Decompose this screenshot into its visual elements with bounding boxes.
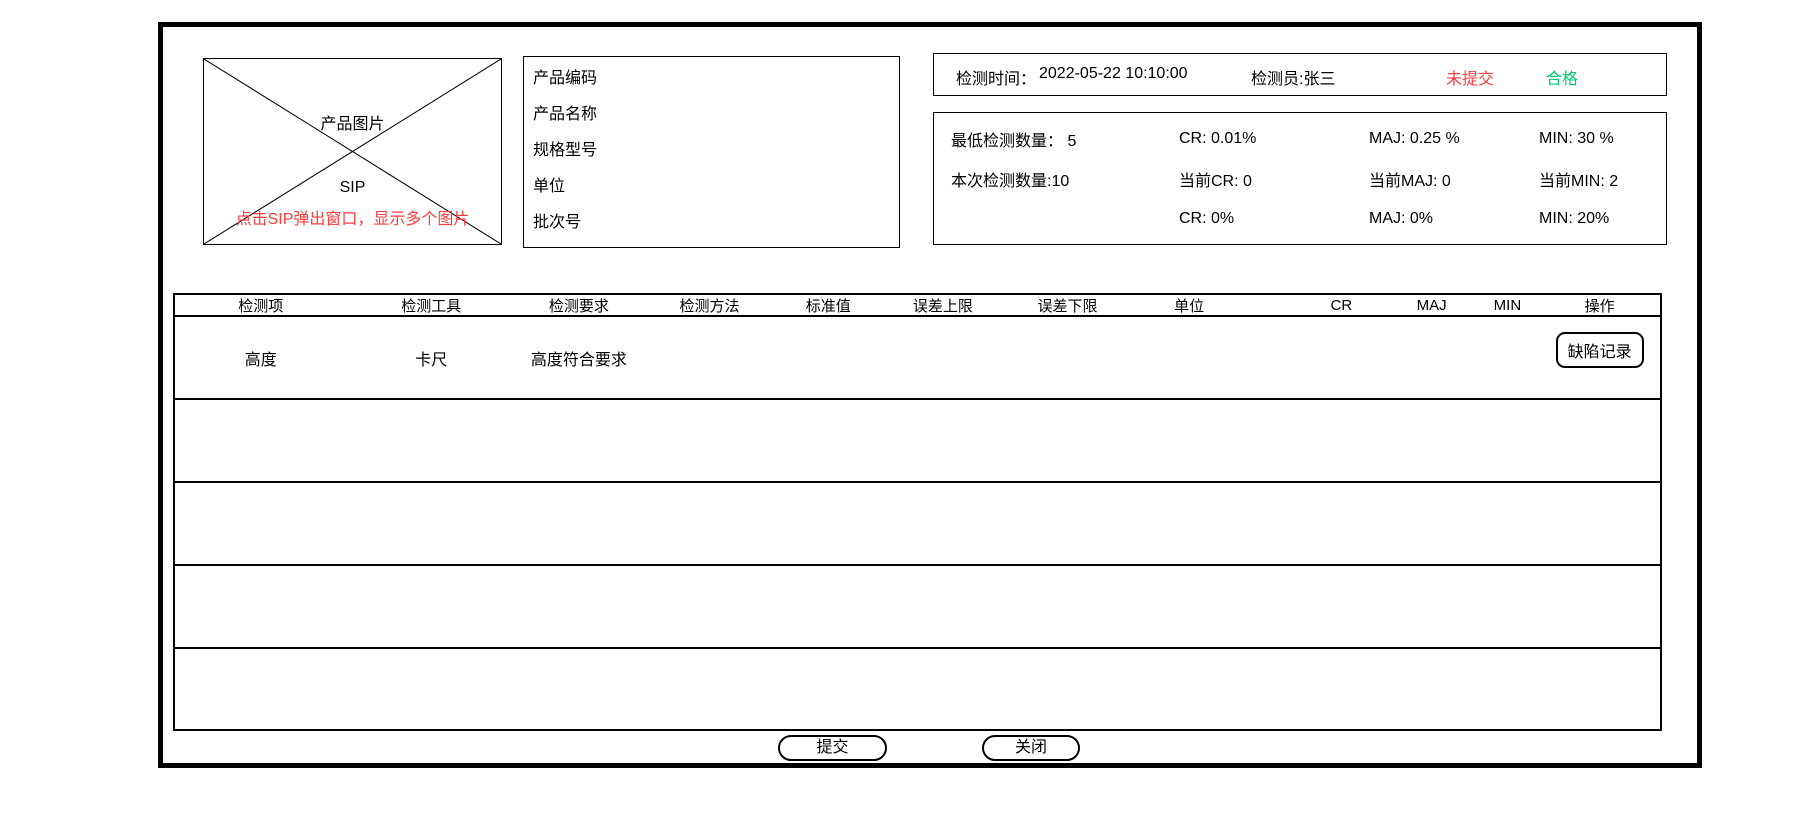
inspection-time-label: 检测时间： <box>956 65 1036 89</box>
cell-requirement: 高度符合要求 <box>516 346 642 370</box>
product-info-panel: 产品编码 产品名称 规格型号 单位 批次号 <box>523 56 900 248</box>
header-action: 操作 <box>1539 295 1660 316</box>
sip-note: 点击SIP弹出窗口，显示多个图片 <box>186 205 519 229</box>
table-row-empty <box>175 566 1660 649</box>
min-rate: MIN: 20% <box>1539 210 1664 228</box>
cell-tool: 卡尺 <box>347 346 517 370</box>
inspection-status-bar: 检测时间： 2022-05-22 10:10:00 检测员:张三 未提交 合格 <box>933 53 1667 96</box>
inspection-time-value: 2022-05-22 10:10:00 <box>1039 65 1188 83</box>
header-lower-limit: 误差下限 <box>1007 295 1129 316</box>
field-spec-model: 规格型号 <box>533 141 899 177</box>
sip-label[interactable]: SIP <box>204 179 501 197</box>
field-product-name: 产品名称 <box>533 105 899 141</box>
maj-limit: MAJ: 0.25 % <box>1369 130 1539 148</box>
header-tool: 检测工具 <box>347 295 517 316</box>
header-item: 检测项 <box>175 295 347 316</box>
header-upper-limit: 误差上限 <box>879 295 1007 316</box>
stats-row-current: 本次检测数量:10 当前CR: 0 当前MAJ: 0 当前MIN: 2 <box>934 159 1666 199</box>
product-image-placeholder[interactable]: 产品图片 SIP 点击SIP弹出窗口，显示多个图片 <box>203 58 502 245</box>
header-maj: MAJ <box>1388 297 1476 314</box>
defect-record-button[interactable]: 缺陷记录 <box>1556 332 1644 368</box>
table-row-empty <box>175 649 1660 729</box>
cell-item: 高度 <box>175 346 347 370</box>
cr-limit: CR: 0.01% <box>1179 130 1369 148</box>
min-limit: MIN: 30 % <box>1539 130 1664 148</box>
close-button[interactable]: 关闭 <box>982 735 1080 761</box>
header-requirement: 检测要求 <box>516 295 642 316</box>
table-row: 高度 卡尺 高度符合要求 缺陷记录 <box>175 317 1660 400</box>
stats-row-limits: 最低检测数量： 5 CR: 0.01% MAJ: 0.25 % MIN: 30 … <box>934 119 1666 159</box>
field-batch-number: 批次号 <box>533 213 899 249</box>
min-inspect-qty: 最低检测数量： 5 <box>934 127 1179 151</box>
inspection-dialog: 产品图片 SIP 点击SIP弹出窗口，显示多个图片 产品编码 产品名称 规格型号… <box>158 22 1702 768</box>
cell-action: 缺陷记录 <box>1539 340 1660 376</box>
maj-rate: MAJ: 0% <box>1369 210 1539 228</box>
current-cr: 当前CR: 0 <box>1179 167 1369 191</box>
header-unit: 单位 <box>1128 295 1250 316</box>
stats-row-rates: CR: 0% MAJ: 0% MIN: 20% <box>934 199 1666 239</box>
table-row-empty <box>175 483 1660 566</box>
product-image-label: 产品图片 <box>204 110 501 134</box>
inspector-name: 检测员:张三 <box>1251 65 1335 89</box>
header-cr: CR <box>1250 297 1388 314</box>
current-inspect-qty: 本次检测数量:10 <box>934 167 1179 191</box>
field-product-code: 产品编码 <box>533 69 899 105</box>
table-header-row: 检测项 检测工具 检测要求 检测方法 标准值 误差上限 误差下限 单位 CR M… <box>175 295 1660 317</box>
header-min: MIN <box>1476 297 1540 314</box>
result-status-badge: 合格 <box>1546 65 1578 89</box>
current-maj: 当前MAJ: 0 <box>1369 167 1539 191</box>
table-row-empty <box>175 400 1660 483</box>
current-min: 当前MIN: 2 <box>1539 167 1664 191</box>
cr-rate: CR: 0% <box>1179 210 1369 228</box>
submit-button[interactable]: 提交 <box>778 735 887 761</box>
field-unit: 单位 <box>533 177 899 213</box>
header-method: 检测方法 <box>642 295 778 316</box>
inspection-stats-panel: 最低检测数量： 5 CR: 0.01% MAJ: 0.25 % MIN: 30 … <box>933 112 1667 245</box>
submit-status-badge: 未提交 <box>1446 65 1494 89</box>
header-standard: 标准值 <box>777 295 879 316</box>
inspection-items-table: 检测项 检测工具 检测要求 检测方法 标准值 误差上限 误差下限 单位 CR M… <box>173 293 1662 731</box>
